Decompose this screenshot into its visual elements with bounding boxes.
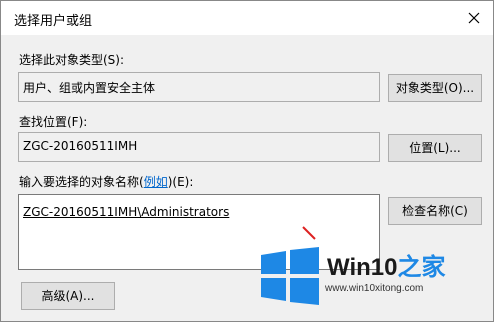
advanced-button[interactable]: 高级(A)... (21, 282, 115, 310)
object-names-label: 输入要选择的对象名称(例如)(E): (19, 173, 193, 190)
close-button[interactable] (455, 1, 493, 35)
watermark-brand-zh: 之家 (397, 254, 446, 281)
windows-logo-icon (261, 247, 319, 305)
close-icon (468, 12, 480, 24)
red-annotation-mark (302, 226, 316, 240)
object-type-field: 用户、组或内置安全主体 (18, 72, 380, 102)
object-types-button[interactable]: 对象类型(O)... (388, 74, 482, 102)
dialog-title: 选择用户或组 (14, 14, 93, 29)
object-type-value: 用户、组或内置安全主体 (23, 81, 156, 95)
location-field: ZGC-20160511IMH (18, 132, 380, 162)
watermark: Win10之家 www.win10xitong.com (255, 245, 485, 309)
object-names-value: ZGC-20160511IMH\Administrators (23, 205, 230, 219)
object-names-label-suffix: )(E): (167, 175, 194, 189)
watermark-brand: Win10之家 (327, 247, 445, 282)
watermark-url: www.win10xitong.com (325, 283, 424, 294)
examples-link[interactable]: 例如 (144, 175, 168, 189)
location-label: 查找位置(F): (19, 115, 88, 129)
watermark-brand-win: Win10 (327, 254, 398, 281)
check-names-button[interactable]: 检查名称(C) (388, 197, 482, 225)
title-bar: 选择用户或组 (1, 1, 493, 35)
object-names-label-prefix: 输入要选择的对象名称( (19, 175, 144, 189)
object-type-label: 选择此对象类型(S): (19, 53, 125, 67)
locations-button[interactable]: 位置(L)... (388, 134, 482, 162)
select-users-dialog: 选择用户或组 选择此对象类型(S): 用户、组或内置安全主体 对象类型(O)..… (0, 0, 494, 322)
location-value: ZGC-20160511IMH (23, 139, 138, 153)
